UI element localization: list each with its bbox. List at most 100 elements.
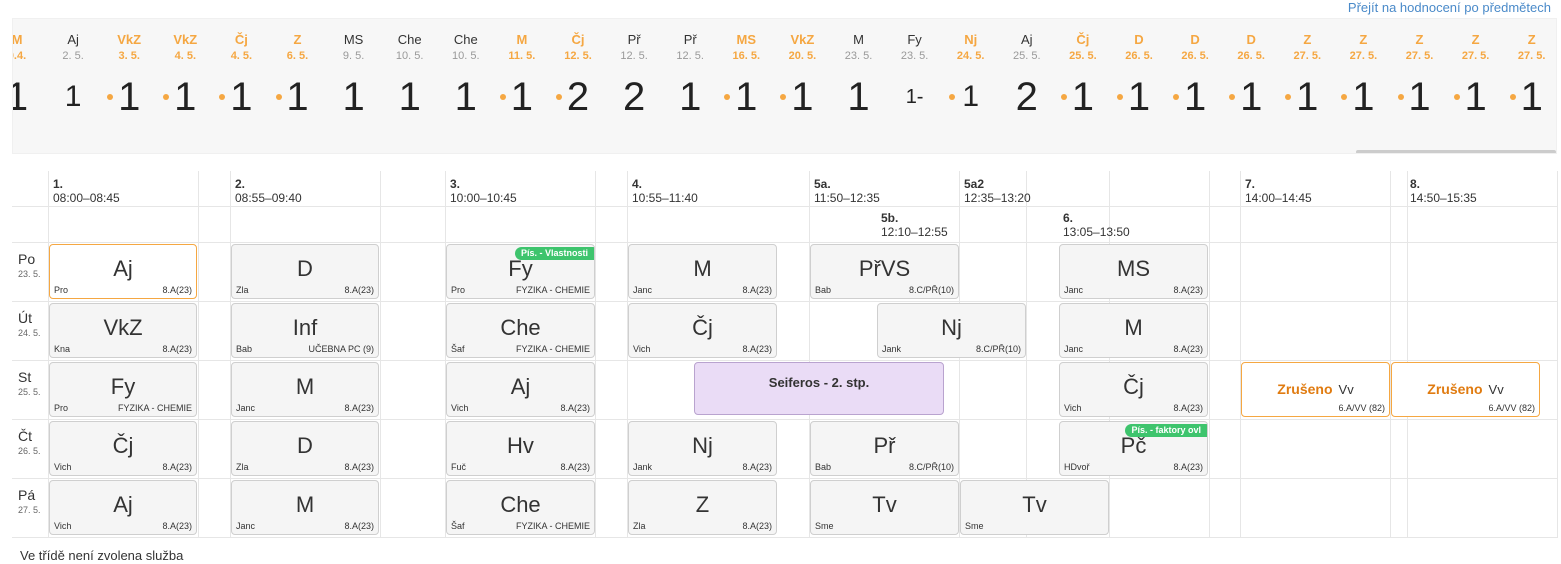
grade-mark-value: 2 xyxy=(566,75,590,119)
cancelled-lesson-cell[interactable]: Zrušeno Vv 6.A/VV (82) xyxy=(1391,362,1540,417)
grade-item[interactable]: Z 6. 5. 1 xyxy=(270,31,326,122)
grade-item[interactable]: Čj 12. 5. 2 xyxy=(550,31,606,122)
lesson-cell[interactable]: Inf Bab UČEBNA PC (9) xyxy=(231,303,379,358)
lesson-hour-header: 2. 08:55–09:40 xyxy=(235,177,302,205)
lesson-cell[interactable]: M Janc 8.A(23) xyxy=(231,362,379,417)
grade-item[interactable]: M 11. 5. 1 xyxy=(494,31,550,122)
grade-subject: VkZ xyxy=(173,32,198,47)
lesson-teacher: Janc xyxy=(236,521,256,531)
lesson-cell[interactable]: Che Šaf FYZIKA - CHEMIE xyxy=(446,480,595,535)
lesson-cell[interactable]: Che Šaf FYZIKA - CHEMIE xyxy=(446,303,595,358)
day-label: Čt 26. 5. xyxy=(18,427,52,457)
lesson-cell[interactable]: Aj Pro 8.A(23) xyxy=(49,244,197,299)
grade-item[interactable]: MS 9. 5. 1 xyxy=(326,31,382,122)
grades-by-subject-link[interactable]: Přejít na hodnocení po předmětech xyxy=(1348,0,1551,15)
grade-item[interactable]: Che 10. 5. 1 xyxy=(438,31,494,122)
lesson-cell[interactable]: D Zla 8.A(23) xyxy=(231,244,379,299)
grade-mark-value: 1 xyxy=(398,75,421,119)
cancelled-lesson-cell[interactable]: Zrušeno Vv 6.A/VV (82) xyxy=(1241,362,1390,417)
hour-time: 10:00–10:45 xyxy=(450,191,517,205)
lesson-room: 8.A(23) xyxy=(162,344,192,354)
lesson-room: 8.A(23) xyxy=(344,285,374,295)
grade-date: 23. 5. xyxy=(844,50,873,62)
hour-time: 08:00–08:45 xyxy=(53,191,120,205)
lesson-room: 8.A(23) xyxy=(1173,285,1203,295)
grade-mark: 1 xyxy=(1392,72,1448,122)
lesson-cell[interactable]: M Janc 8.A(23) xyxy=(231,480,379,535)
grade-item[interactable]: Čj 25. 5. 1 xyxy=(1055,31,1111,122)
grade-mark: 1 xyxy=(718,72,774,122)
lesson-cell[interactable]: Čj Vich 8.A(23) xyxy=(628,303,777,358)
lesson-subject: PřVS xyxy=(858,256,911,281)
event-title: Seiferos - 2. stp. xyxy=(768,375,870,390)
grade-item[interactable]: Z 27. 5. 1 xyxy=(1335,31,1391,122)
grade-mark: 1 xyxy=(326,72,382,122)
grade-item[interactable]: M 0.4. 1 xyxy=(13,31,45,122)
lesson-cell[interactable]: Pč HDvoř 8.A(23) Pís. - faktory ovl xyxy=(1059,421,1208,476)
lesson-cell[interactable]: Tv Sme xyxy=(810,480,959,535)
lesson-room: 8.A(23) xyxy=(1173,403,1203,413)
lesson-teacher: Sme xyxy=(965,521,984,531)
lesson-cell[interactable]: Nj Jank 8.A(23) xyxy=(628,421,777,476)
grade-item[interactable]: Fy 23. 5. 1- xyxy=(887,31,943,122)
lesson-room: 8.A(23) xyxy=(742,521,772,531)
lesson-room: FYZIKA - CHEMIE xyxy=(117,403,192,413)
lesson-cell[interactable]: Z Zla 8.A(23) xyxy=(628,480,777,535)
lesson-cell[interactable]: Aj Vich 8.A(23) xyxy=(446,362,595,417)
grade-mark-value: 1 xyxy=(847,75,870,119)
grade-mark: 1 xyxy=(1448,72,1504,122)
lesson-cell[interactable]: Čj Vich 8.A(23) xyxy=(1059,362,1208,417)
grid-line xyxy=(12,537,1557,538)
lesson-cell[interactable]: M Janc 8.A(23) xyxy=(1059,303,1208,358)
grade-item[interactable]: Aj 25. 5. 2 xyxy=(999,31,1055,122)
grade-subject: Fy xyxy=(907,32,922,47)
lesson-cell[interactable]: PřVS Bab 8.C/PŘ(10) xyxy=(810,244,959,299)
grade-date: 25. 5. xyxy=(1069,50,1097,62)
grade-item[interactable]: Čj 4. 5. 1 xyxy=(213,31,269,122)
day-label: Út 24. 5. xyxy=(18,309,52,339)
grade-item[interactable]: M 23. 5. 1 xyxy=(831,31,887,122)
grade-subject: VkZ xyxy=(790,32,815,47)
grade-subject: Z xyxy=(1415,32,1424,47)
grade-item[interactable]: MS 16. 5. 1 xyxy=(718,31,774,122)
grade-item[interactable]: Nj 24. 5. 1 xyxy=(943,31,999,122)
lesson-cell[interactable]: D Zla 8.A(23) xyxy=(231,421,379,476)
grade-mark-value: 1 xyxy=(1071,75,1095,119)
lesson-cell[interactable]: Fy Pro FYZIKA - CHEMIE xyxy=(49,362,197,417)
lesson-cell[interactable]: Fy Pro FYZIKA - CHEMIE Pís. - Vlastnosti xyxy=(446,244,595,299)
grade-item[interactable]: D 26. 5. 1 xyxy=(1223,31,1279,122)
grade-item[interactable]: D 26. 5. 1 xyxy=(1167,31,1223,122)
grades-scrollbar[interactable] xyxy=(1356,150,1556,153)
lesson-cell[interactable]: M Janc 8.A(23) xyxy=(628,244,777,299)
grid-line xyxy=(198,171,199,538)
lesson-cell[interactable]: Čj Vich 8.A(23) xyxy=(49,421,197,476)
grade-item[interactable]: D 26. 5. 1 xyxy=(1111,31,1167,122)
lesson-cell[interactable]: MS Janc 8.A(23) xyxy=(1059,244,1208,299)
grade-item[interactable]: Př 12. 5. 2 xyxy=(606,31,662,122)
grade-item[interactable]: VkZ 4. 5. 1 xyxy=(157,31,213,122)
lesson-cell[interactable]: Nj Jank 8.C/PŘ(10) xyxy=(877,303,1026,358)
lesson-cell[interactable]: Př Bab 8.C/PŘ(10) xyxy=(810,421,959,476)
grid-line xyxy=(12,419,1557,420)
grade-item[interactable]: Z 27. 5. 1 xyxy=(1279,31,1335,122)
hour-time: 12:35–13:20 xyxy=(964,191,1031,205)
grade-item[interactable]: VkZ 3. 5. 1 xyxy=(101,31,157,122)
grade-item[interactable]: Aj 2. 5. 1 xyxy=(45,31,101,122)
grade-item[interactable]: VkZ 20. 5. 1 xyxy=(774,31,830,122)
lesson-cell[interactable]: VkZ Kna 8.A(23) xyxy=(49,303,197,358)
lesson-subject: M xyxy=(693,256,712,281)
lesson-subject: Čj xyxy=(692,315,713,340)
grade-item[interactable]: Z 27. 5. 1 xyxy=(1392,31,1448,122)
grade-date: 26. 5. xyxy=(1181,50,1209,62)
lesson-cell[interactable]: Hv Fuč 8.A(23) xyxy=(446,421,595,476)
grade-item[interactable]: Z 27. 5. 1 xyxy=(1504,31,1556,122)
grade-item[interactable]: Che 10. 5. 1 xyxy=(382,31,438,122)
grid-line xyxy=(12,206,1557,207)
lesson-cell[interactable]: Tv Sme xyxy=(960,480,1109,535)
lesson-cell[interactable]: Aj Vich 8.A(23) xyxy=(49,480,197,535)
school-event-cell[interactable]: Seiferos - 2. stp. xyxy=(694,362,944,415)
grade-item[interactable]: Z 27. 5. 1 xyxy=(1448,31,1504,122)
grade-item[interactable]: Př 12. 5. 1 xyxy=(662,31,718,122)
day-label: St 25. 5. xyxy=(18,368,52,398)
grade-date: 12. 5. xyxy=(620,50,648,62)
